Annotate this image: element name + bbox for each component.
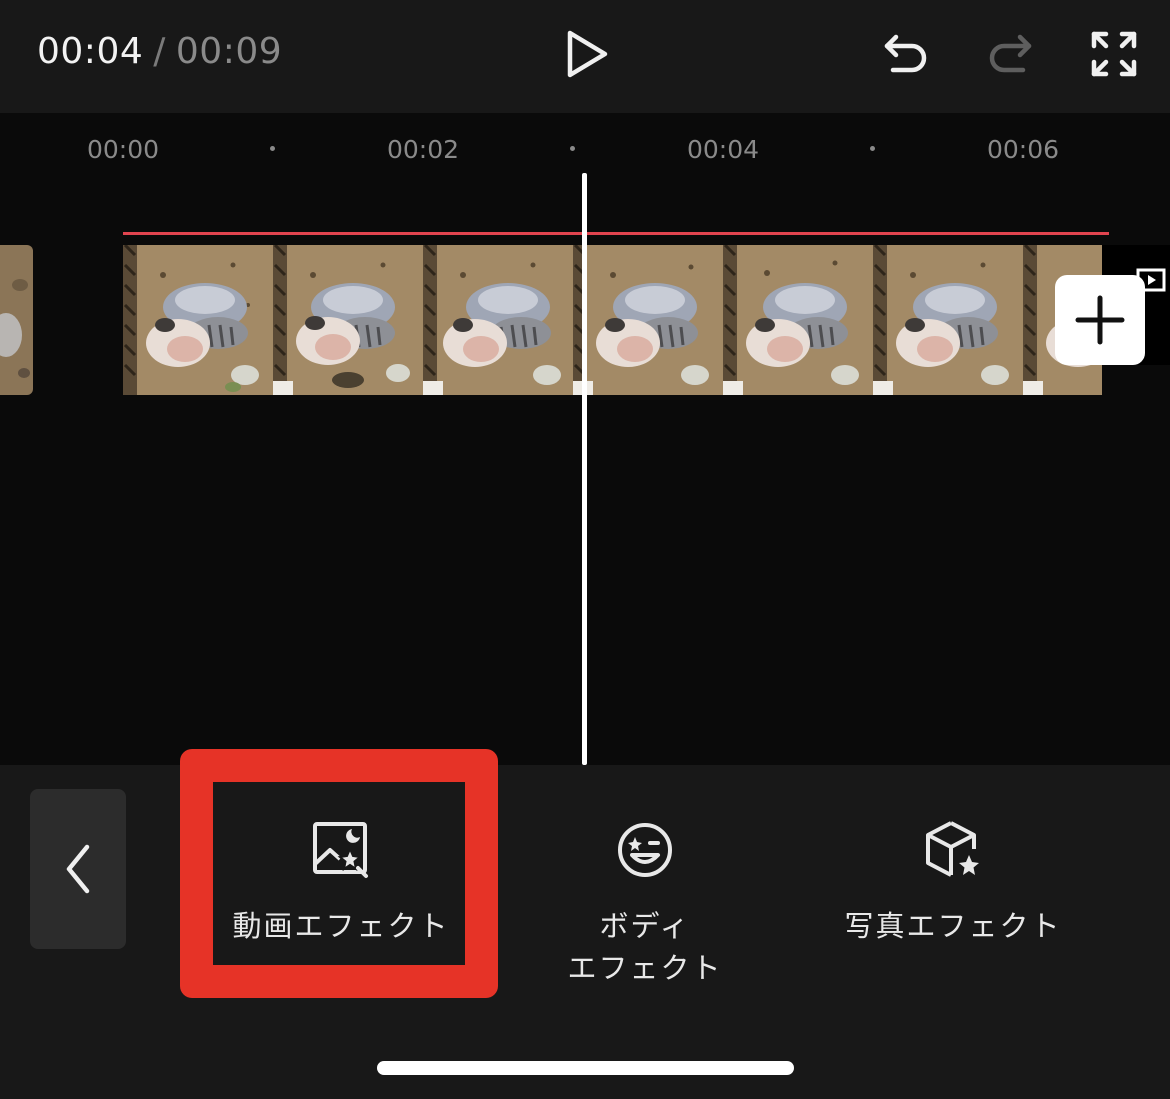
undo-icon [884,34,927,73]
time-display: 00:04/00:09 [37,30,282,74]
time-separator: / [153,31,166,72]
rabbits-thumbnail [573,245,723,395]
highlight-box [180,749,498,998]
fullscreen-icon [1091,31,1137,77]
undo-button[interactable] [874,22,938,86]
effect-range-bar[interactable] [123,232,1109,235]
rabbits-thumbnail [723,245,873,395]
effects-panel: 動画エフェクト ボディ エフェクト 写真エフェクト [0,749,1170,1099]
rabbits-thumbnail [423,245,573,395]
clip-thumbnail [0,245,33,395]
previous-clip[interactable] [0,245,33,395]
body-effects-label: ボディ エフェクト [567,905,722,989]
plus-icon [1075,295,1125,345]
back-button[interactable] [30,789,126,949]
redo-icon [989,34,1032,73]
ruler-tick: 00:02 [386,135,460,164]
body-effects-option[interactable]: ボディ エフェクト [540,815,750,989]
clip-frame [873,245,1023,395]
face-sparkle-icon [618,823,672,877]
clip-frame [723,245,873,395]
body-effects-label-line2: エフェクト [567,951,723,985]
photo-effects-label: 写真エフェクト [844,909,1062,943]
clip-frame [123,245,273,395]
play-icon [567,30,608,78]
top-bar: 00:04/00:09 [0,0,1170,113]
rabbits-thumbnail [873,245,1023,395]
ruler-tick: 00:06 [986,135,1060,164]
clip-frame [423,245,573,395]
video-editor-screen: 00:04/00:09 00:00 00:02 00:04 00:06 動画エフ… [0,0,1170,1099]
total-duration: 00:09 [175,31,283,72]
clip-frame [573,245,723,395]
ruler-dot [270,146,275,151]
cube-sparkle-icon [926,821,979,877]
ruler-tick: 00:04 [686,135,760,164]
rabbits-thumbnail [123,245,273,395]
play-button[interactable] [555,22,619,86]
rabbits-thumbnail [273,245,423,395]
ruler-dot [570,146,575,151]
ruler-tick: 00:00 [86,135,160,164]
current-time: 00:04 [37,31,144,72]
playhead[interactable] [582,173,587,765]
fullscreen-button[interactable] [1082,22,1146,86]
photo-effects-option[interactable]: 写真エフェクト [825,815,1081,947]
redo-button[interactable] [978,22,1042,86]
ruler-dot [870,146,875,151]
home-indicator[interactable] [377,1061,794,1075]
chevron-left-icon [66,844,90,894]
add-clip-button[interactable] [1055,275,1145,365]
video-clip[interactable] [123,245,1102,395]
body-effects-label-line1: ボディ [599,909,691,943]
clip-frame [273,245,423,395]
